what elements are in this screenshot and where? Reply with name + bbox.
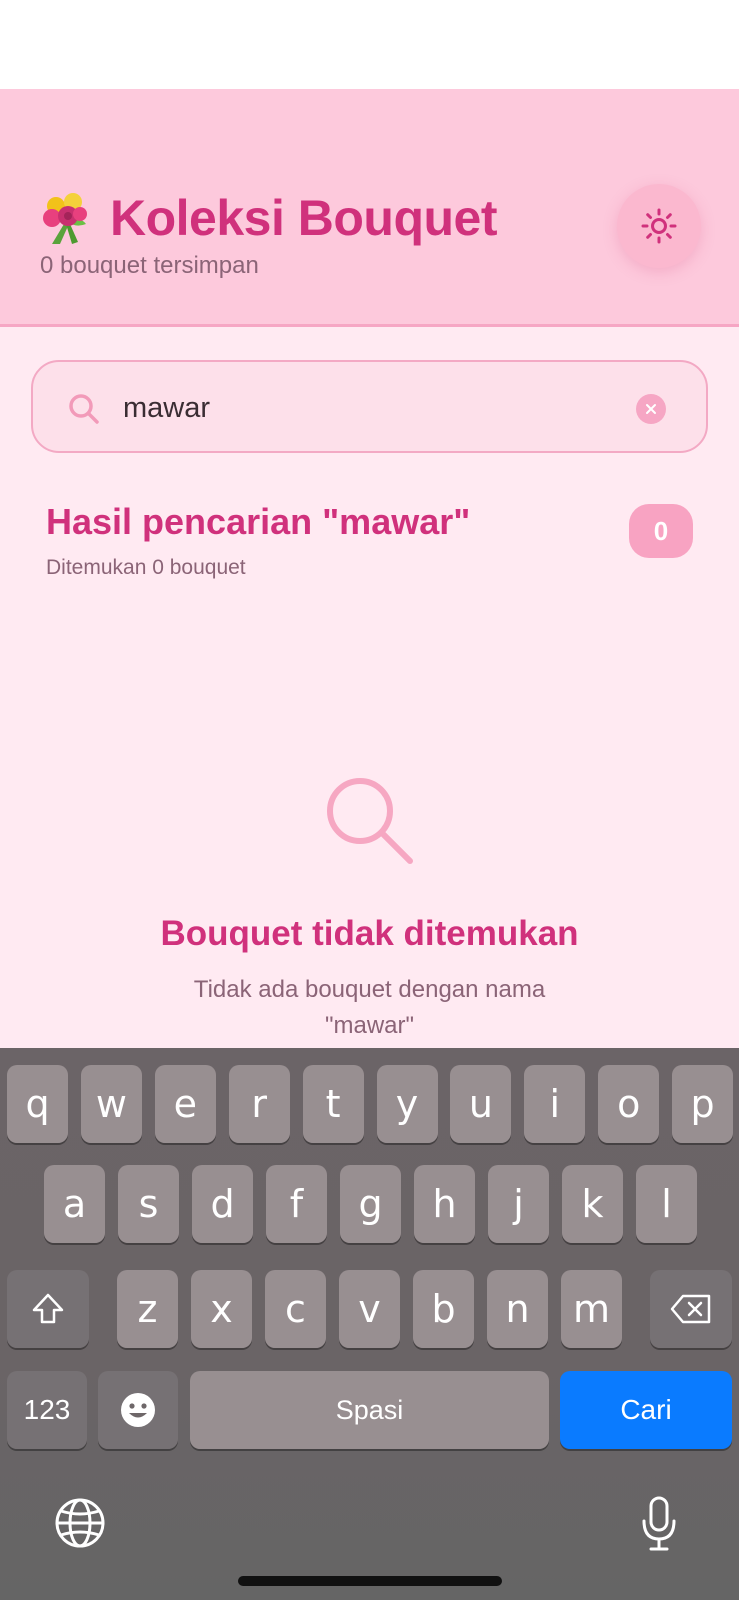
bouquet-icon <box>43 193 87 244</box>
globe-icon <box>55 1498 105 1548</box>
search-key[interactable]: Cari <box>560 1371 732 1449</box>
results-count-badge: 0 <box>629 504 693 558</box>
close-icon <box>646 404 656 414</box>
shift-icon <box>32 1293 64 1324</box>
key-p[interactable]: p <box>672 1065 734 1143</box>
key-v[interactable]: v <box>339 1270 400 1348</box>
key-k[interactable]: k <box>562 1165 623 1243</box>
key-n[interactable]: n <box>487 1270 548 1348</box>
key-r[interactable]: r <box>228 1065 290 1143</box>
key-d[interactable]: d <box>192 1165 253 1243</box>
search-results-title: Hasil pencarian "mawar" <box>46 501 471 542</box>
key-x[interactable]: x <box>191 1270 252 1348</box>
emoji-key[interactable] <box>98 1371 178 1449</box>
key-e[interactable]: e <box>154 1065 216 1143</box>
status-bar-area <box>0 0 739 89</box>
on-screen-keyboard: qwertyuiop asdfghjkl zxcvbnm 123 Spasi C… <box>0 1048 739 1600</box>
backspace-icon <box>670 1294 711 1324</box>
key-l[interactable]: l <box>636 1165 697 1243</box>
home-indicator <box>238 1576 502 1586</box>
key-j[interactable]: j <box>488 1165 549 1243</box>
key-m[interactable]: m <box>561 1270 622 1348</box>
key-s[interactable]: s <box>118 1165 179 1243</box>
shift-key[interactable] <box>7 1270 89 1348</box>
backspace-key[interactable] <box>650 1270 732 1348</box>
theme-toggle-button[interactable] <box>617 184 701 268</box>
search-results-subtitle: Ditemukan 0 bouquet <box>46 556 246 579</box>
emoji-icon <box>121 1393 155 1427</box>
sun-icon <box>641 208 677 244</box>
key-c[interactable]: c <box>265 1270 326 1348</box>
search-bar[interactable] <box>31 360 708 453</box>
header-title-row: Koleksi Bouquet <box>38 189 497 247</box>
empty-state-title: Bouquet tidak ditemukan <box>160 914 579 953</box>
search-icon <box>327 778 413 864</box>
key-q[interactable]: q <box>7 1065 68 1143</box>
empty-state-message: Tidak ada bouquet dengan nama "mawar" <box>193 976 546 1039</box>
clear-search-button[interactable] <box>636 394 666 424</box>
key-w[interactable]: w <box>80 1065 142 1143</box>
key-u[interactable]: u <box>450 1065 512 1143</box>
app-title: Koleksi Bouquet <box>110 190 497 246</box>
key-z[interactable]: z <box>117 1270 178 1348</box>
bouquet-count-subtitle: 0 bouquet tersimpan <box>40 252 259 279</box>
search-icon <box>69 394 99 424</box>
key-h[interactable]: h <box>414 1165 475 1243</box>
numbers-key[interactable]: 123 <box>7 1371 87 1449</box>
key-i[interactable]: i <box>524 1065 586 1143</box>
search-input[interactable] <box>123 380 643 436</box>
microphone-icon <box>642 1496 676 1551</box>
key-f[interactable]: f <box>266 1165 327 1243</box>
key-t[interactable]: t <box>302 1065 364 1143</box>
main-content: Hasil pencarian "mawar" Ditemukan 0 bouq… <box>0 327 739 1048</box>
key-y[interactable]: y <box>376 1065 438 1143</box>
app-header: Koleksi Bouquet 0 bouquet tersimpan <box>0 89 739 327</box>
key-a[interactable]: a <box>44 1165 105 1243</box>
space-key[interactable]: Spasi <box>190 1371 549 1449</box>
key-g[interactable]: g <box>340 1165 401 1243</box>
dictation-key[interactable] <box>634 1492 684 1556</box>
key-b[interactable]: b <box>413 1270 474 1348</box>
key-o[interactable]: o <box>598 1065 660 1143</box>
globe-key[interactable] <box>52 1495 108 1551</box>
